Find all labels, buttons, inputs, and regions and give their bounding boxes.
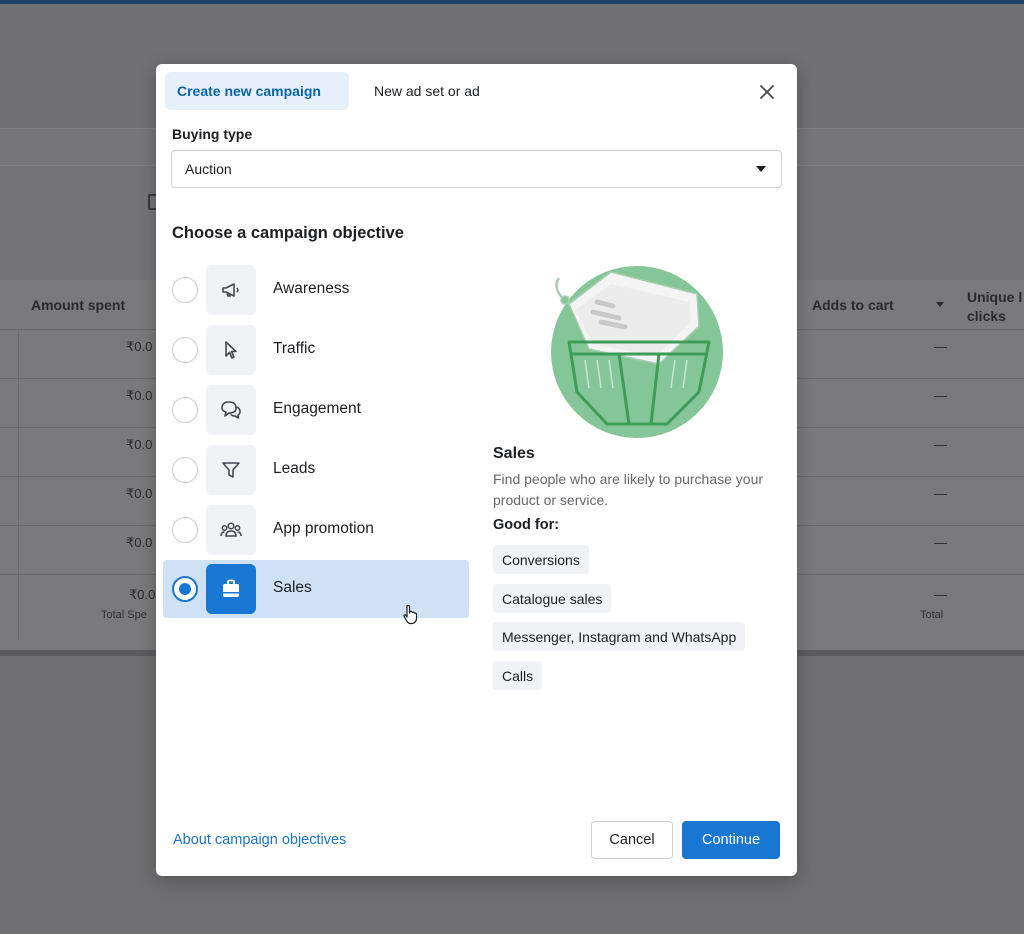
radio-button[interactable] [172, 337, 198, 363]
total-adds: — [934, 587, 947, 602]
objective-section-title: Choose a campaign objective [172, 224, 404, 242]
amount-cell: ₹0.0 [126, 486, 153, 501]
buying-type-select[interactable]: Auction [171, 150, 782, 188]
adds-cell: — [934, 535, 947, 550]
good-for-chip: Conversions [493, 545, 589, 574]
objective-label: Traffic [273, 340, 316, 357]
adds-cell: — [934, 339, 947, 354]
column-header-unique-clicks: Unique l clicks [967, 289, 1023, 324]
good-for-label: Good for: [493, 517, 560, 533]
megaphone-icon [206, 265, 256, 315]
close-button[interactable] [756, 81, 778, 103]
objective-label: Leads [273, 460, 316, 477]
continue-button[interactable]: Continue [682, 821, 780, 859]
create-campaign-dialog: Create new campaign New ad set or ad Buy… [156, 64, 797, 876]
adds-cell: — [934, 437, 947, 452]
cursor-icon [206, 325, 256, 375]
shopping-bag-icon [206, 564, 256, 614]
people-icon [206, 505, 256, 555]
objective-label: Engagement [273, 400, 361, 417]
sort-caret-icon [936, 302, 944, 307]
good-for-chip: Messenger, Instagram and WhatsApp [493, 622, 746, 651]
good-for-chip: Calls [493, 661, 543, 690]
hand-pointer-icon [403, 604, 418, 625]
column-header-amount-spent: Amount spent [31, 297, 126, 313]
about-campaign-objectives-link[interactable]: About campaign objectives [173, 832, 346, 848]
close-icon [760, 85, 774, 99]
objective-label: App promotion [273, 520, 374, 537]
total-amount-label: Total Spe [101, 609, 147, 621]
radio-button[interactable] [172, 397, 198, 423]
objective-engagement[interactable]: Engagement [163, 381, 469, 439]
adds-cell: — [934, 388, 947, 403]
dropdown-caret-icon [756, 166, 766, 172]
column-header-adds-to-cart: Adds to cart [812, 297, 894, 313]
sales-basket-illustration [551, 266, 723, 438]
amount-cell: ₹0.0 [126, 535, 153, 550]
total-amount: ₹0.0 [129, 587, 156, 602]
amount-cell: ₹0.0 [126, 339, 153, 354]
objective-leads[interactable]: Leads [163, 441, 469, 499]
adds-cell: — [934, 486, 947, 501]
amount-cell: ₹0.0 [126, 437, 153, 452]
objective-sales[interactable]: Sales [163, 560, 469, 618]
radio-button-selected[interactable] [172, 576, 198, 602]
buying-type-value: Auction [185, 161, 232, 177]
radio-button[interactable] [172, 517, 198, 543]
funnel-icon [206, 445, 256, 495]
objective-label: Awareness [273, 280, 350, 297]
cancel-button[interactable]: Cancel [591, 821, 673, 859]
objective-awareness[interactable]: Awareness [163, 261, 469, 319]
objective-traffic[interactable]: Traffic [163, 321, 469, 379]
objective-app-promotion[interactable]: App promotion [163, 501, 469, 559]
good-for-chip: Catalogue sales [493, 584, 612, 613]
tab-create-new-campaign[interactable]: Create new campaign [165, 72, 349, 110]
chat-bubbles-icon [206, 385, 256, 435]
radio-button[interactable] [172, 457, 198, 483]
radio-button[interactable] [172, 277, 198, 303]
objective-detail-description: Find people who are likely to purchase y… [493, 471, 764, 508]
tab-new-ad-set-or-ad[interactable]: New ad set or ad [362, 72, 492, 110]
total-adds-label: Total [920, 609, 944, 621]
buying-type-label: Buying type [172, 126, 253, 142]
amount-cell: ₹0.0 [126, 388, 153, 403]
objective-label: Sales [273, 579, 312, 596]
objective-detail-title: Sales [493, 445, 535, 462]
